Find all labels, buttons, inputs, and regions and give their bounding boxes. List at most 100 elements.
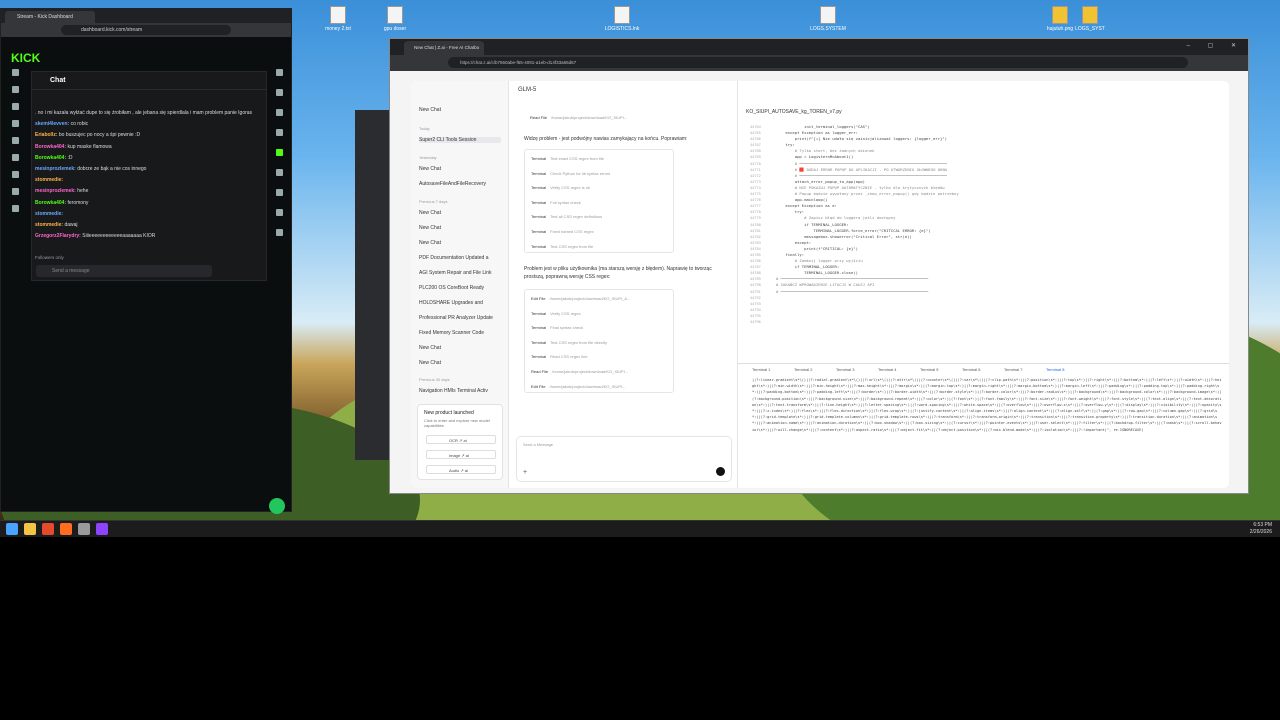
tool-call-row[interactable]: Terminal Test CSS regex from file directl…	[531, 340, 607, 345]
shortcut-icon	[614, 6, 630, 24]
chat-username[interactable]: Eriabollz:	[35, 132, 58, 138]
tool-call-row[interactable]: Terminal Fixed named CSS regex	[531, 229, 594, 234]
chat-history-item[interactable]: New Chat	[419, 360, 501, 366]
desktop-file-icon[interactable]: LOGISTICS.lnk	[602, 6, 642, 32]
chat-username[interactable]: mesinprozlemek:	[35, 188, 76, 194]
tool-call-row[interactable]: Terminal Verify CSS regex is ok	[531, 185, 590, 190]
chat-username[interactable]: Borowka404:	[35, 144, 66, 150]
tool-call-row[interactable]: Read File/home/jakub/project/download/KO…	[530, 115, 627, 120]
chat-history-item[interactable]: Fixed Memory Scanner Code	[419, 330, 501, 336]
audio-link-button[interactable]: Audio ↗ ai	[426, 465, 496, 474]
system-clock[interactable]: 6:53 PM 2/26/2026	[1250, 522, 1272, 536]
tool-icon[interactable]	[276, 109, 283, 116]
chat-username[interactable]: mesinprozlemek:	[35, 166, 76, 172]
chat-history-item[interactable]: New Chat	[419, 166, 501, 172]
start-button[interactable]	[6, 523, 18, 535]
desktop-file-icon[interactable]: money 2.txt	[318, 6, 358, 32]
terminal-tab[interactable]: Terminal 7	[1004, 367, 1022, 372]
nav-icon[interactable]	[12, 120, 19, 127]
tool-icon[interactable]	[276, 209, 283, 216]
nav-icon[interactable]	[12, 154, 19, 161]
terminal-tab[interactable]: Terminal 6	[962, 367, 980, 372]
tool-icon[interactable]	[276, 189, 283, 196]
attach-icon[interactable]: +	[523, 469, 527, 476]
chat-username[interactable]: skemi4levven:	[35, 121, 69, 127]
chat-username[interactable]: stommedie:	[35, 222, 63, 228]
browser-icon[interactable]	[42, 523, 54, 535]
chat-history-item[interactable]: New Chat	[419, 225, 501, 231]
kick-logo[interactable]: KICK	[11, 51, 40, 65]
terminal-tab[interactable]: Terminal 1	[752, 367, 770, 372]
ocr-link-button[interactable]: OCR ↗ ai	[426, 435, 496, 444]
chat-history-item[interactable]: Professional PR Analyzer Update	[419, 315, 501, 321]
tool-icon[interactable]	[276, 129, 283, 136]
nav-icon[interactable]	[12, 69, 19, 76]
nav-icon[interactable]	[12, 205, 19, 212]
tool-icon[interactable]	[276, 229, 283, 236]
app-icon[interactable]	[96, 523, 108, 535]
tool-icon[interactable]	[276, 169, 283, 176]
tool-call-row[interactable]: Terminal Test exact CSS regex from file	[531, 156, 604, 161]
tool-call-row[interactable]: Edit File/home/jakub/project/download/KO…	[531, 296, 630, 301]
file-explorer-icon[interactable]	[24, 523, 36, 535]
desktop-file-icon[interactable]: gpu doser	[375, 6, 415, 32]
tool-call-row[interactable]: Terminal Final syntax check	[531, 325, 583, 330]
chat-history-item[interactable]: Super2 CLI Tools Session	[419, 137, 501, 143]
browser-tabbar: Stream - Kick Dashboard	[1, 9, 291, 23]
support-chat-button[interactable]	[269, 498, 285, 514]
terminal-tab[interactable]: Terminal 3	[836, 367, 854, 372]
chat-text: feromony	[66, 199, 89, 206]
window-controls[interactable]: – ▢ ✕	[1187, 42, 1244, 49]
browser-tab[interactable]: Stream - Kick Dashboard	[5, 11, 95, 23]
chat-username[interactable]: Borowka404:	[35, 200, 66, 206]
stop-generation-button[interactable]	[716, 467, 725, 476]
tool-call-row[interactable]: Terminal Read CSS regex line	[531, 354, 587, 359]
tool-call-row[interactable]: Terminal Test CSS regex from file	[531, 244, 593, 249]
nav-icon[interactable]	[12, 86, 19, 93]
chat-history-item[interactable]: PLC200 OS CoreBoot Ready	[419, 285, 501, 291]
chat-username[interactable]: Grzegorz2Flarydry:	[35, 233, 81, 239]
chat-username[interactable]: stommedie:	[35, 211, 63, 217]
chat-history-item[interactable]: AutosaveFileAndFileRecovery	[419, 181, 501, 187]
browser-tab[interactable]: New Chat | Z.ai - Free AI Chatbo	[404, 41, 484, 55]
chat-history-item[interactable]: New Chat	[419, 210, 501, 216]
tool-call-row[interactable]: Terminal Check Python for lib syntax erro…	[531, 171, 610, 176]
chat-username[interactable]: stommedie:	[35, 177, 63, 183]
model-selector[interactable]: GLM-5	[518, 87, 536, 93]
chat-history-item[interactable]: AGI System Repair and File Link	[419, 270, 501, 276]
terminal-tab[interactable]: Terminal 4	[878, 367, 896, 372]
tool-icon[interactable]	[276, 69, 283, 76]
browser-toolbar: https://chat.z.ai/c/b7560abe-f65-4091-a1…	[390, 55, 1248, 71]
terminal-tab[interactable]: Terminal 8	[1046, 367, 1064, 372]
nav-icon[interactable]	[12, 188, 19, 195]
app-icon[interactable]	[60, 523, 72, 535]
desktop-file-icon[interactable]: LOGS_SYST	[1070, 6, 1110, 32]
chat-history-item[interactable]: New Chat	[419, 240, 501, 246]
new-chat-button[interactable]: New Chat	[419, 107, 501, 113]
chat-history-item[interactable]: New Chat	[419, 345, 501, 351]
chat-toggle-icon[interactable]	[276, 149, 283, 156]
chat-history-item[interactable]: Navigation HMIs Terminal Activ	[419, 388, 501, 394]
app-icon[interactable]	[78, 523, 90, 535]
tool-call-row[interactable]: Terminal Full syntax check	[531, 200, 581, 205]
nav-icon[interactable]	[12, 137, 19, 144]
desktop-file-icon[interactable]: LOGS.SYSTEM	[808, 6, 848, 32]
chat-message-input[interactable]: Send a message	[36, 265, 212, 277]
tool-call-row[interactable]: Read File/home/jakub/project/download/KO…	[531, 369, 628, 374]
tool-call-row[interactable]: Edit File/home/jakub/project/download/KO…	[531, 384, 626, 389]
address-bar[interactable]: dashboard.kick.com/stream	[61, 25, 231, 35]
tool-icon[interactable]	[276, 89, 283, 96]
nav-icon[interactable]	[12, 171, 19, 178]
nav-icon[interactable]	[12, 103, 19, 110]
terminal-tab[interactable]: Terminal 5	[920, 367, 938, 372]
chat-username[interactable]: Borowka404:	[35, 155, 66, 161]
address-bar[interactable]: https://chat.z.ai/c/b7560abe-f65-4091-a1…	[448, 57, 1188, 68]
tool-call-row[interactable]: Terminal Test all CSS regex definitions	[531, 214, 602, 219]
chat-history-item[interactable]: HOLDSHARE Upgrades and	[419, 300, 501, 306]
image-link-button[interactable]: Image ↗ ai	[426, 450, 496, 459]
terminal-tab[interactable]: Terminal 2	[794, 367, 812, 372]
message-input[interactable]: Send a Message	[523, 442, 553, 447]
code-editor[interactable]: init_terminal_loggers("CAS") except Exce…	[776, 124, 1216, 295]
tool-call-row[interactable]: Terminal Verify CSS regex	[531, 311, 581, 316]
chat-history-item[interactable]: PDF Documentation Updated a	[419, 255, 501, 261]
